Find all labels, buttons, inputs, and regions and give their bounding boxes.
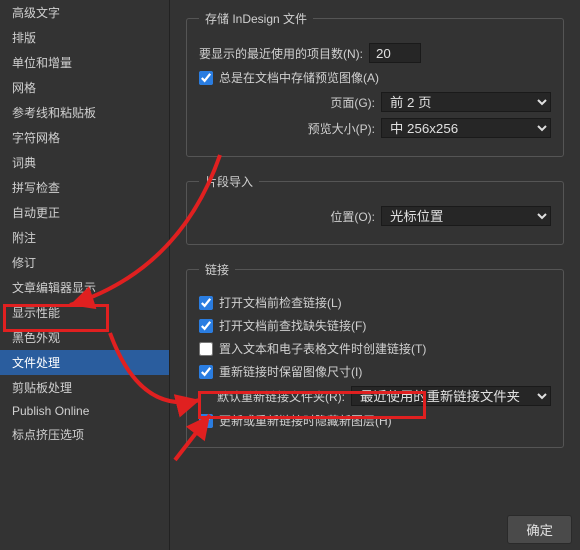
pages-label: 页面(G): [330, 94, 375, 111]
hide-new-layers-checkbox[interactable] [199, 414, 213, 428]
sidebar-item-autocorrect[interactable]: 自动更正 [0, 200, 169, 225]
check-links-label: 打开文档前检查链接(L) [219, 294, 342, 311]
fragment-position-label: 位置(O): [330, 208, 375, 225]
sidebar-item-display-perf[interactable]: 显示性能 [0, 300, 169, 325]
preferences-main: 存储 InDesign 文件 要显示的最近使用的项目数(N): 总是在文档中存储… [170, 0, 580, 550]
sidebar-item-clipboard[interactable]: 剪贴板处理 [0, 375, 169, 400]
check-links-checkbox[interactable] [199, 296, 213, 310]
create-links-label: 置入文本和电子表格文件时创建链接(T) [219, 340, 426, 357]
sidebar-item-dictionary[interactable]: 词典 [0, 150, 169, 175]
sidebar-item-mojikumi[interactable]: 标点挤压选项 [0, 422, 169, 447]
recent-items-label: 要显示的最近使用的项目数(N): [199, 45, 363, 62]
sidebar-item-grids[interactable]: 网格 [0, 75, 169, 100]
save-group-legend: 存储 InDesign 文件 [199, 10, 313, 27]
preferences-sidebar: 高级文字 排版 单位和增量 网格 参考线和粘贴板 字符网格 词典 拼写检查 自动… [0, 0, 170, 550]
default-relink-label: 默认重新链接文件夹(R): [217, 388, 345, 405]
always-save-preview-label: 总是在文档中存储预览图像(A) [219, 69, 379, 86]
create-links-checkbox[interactable] [199, 342, 213, 356]
sidebar-item-black-appearance[interactable]: 黑色外观 [0, 325, 169, 350]
save-indesign-files-group: 存储 InDesign 文件 要显示的最近使用的项目数(N): 总是在文档中存储… [186, 10, 564, 157]
sidebar-item-publish-online[interactable]: Publish Online [0, 400, 169, 422]
fragment-import-group: 片段导入 位置(O): 光标位置 [186, 173, 564, 245]
preserve-dims-label: 重新链接时保留图像尺寸(I) [219, 363, 362, 380]
links-group: 链接 打开文档前检查链接(L) 打开文档前查找缺失链接(F) 置入文本和电子表格… [186, 261, 564, 448]
sidebar-item-composition[interactable]: 排版 [0, 25, 169, 50]
sidebar-item-notes[interactable]: 附注 [0, 225, 169, 250]
sidebar-item-guides[interactable]: 参考线和粘贴板 [0, 100, 169, 125]
sidebar-item-story-editor[interactable]: 文章编辑器显示 [0, 275, 169, 300]
sidebar-item-spelling[interactable]: 拼写检查 [0, 175, 169, 200]
preview-size-label: 预览大小(P): [308, 120, 375, 137]
links-group-legend: 链接 [199, 261, 235, 278]
sidebar-item-units[interactable]: 单位和增量 [0, 50, 169, 75]
fragment-group-legend: 片段导入 [199, 173, 259, 190]
sidebar-item-char-grid[interactable]: 字符网格 [0, 125, 169, 150]
pages-select[interactable]: 前 2 页 [381, 92, 551, 112]
sidebar-item-track-changes[interactable]: 修订 [0, 250, 169, 275]
sidebar-item-advanced-type[interactable]: 高级文字 [0, 0, 169, 25]
preview-size-select[interactable]: 中 256x256 [381, 118, 551, 138]
default-relink-select[interactable]: 最近使用的重新链接文件夹 [351, 386, 551, 406]
recent-items-input[interactable] [369, 43, 421, 63]
find-missing-label: 打开文档前查找缺失链接(F) [219, 317, 366, 334]
fragment-position-select[interactable]: 光标位置 [381, 206, 551, 226]
always-save-preview-checkbox[interactable] [199, 71, 213, 85]
preserve-dims-checkbox[interactable] [199, 365, 213, 379]
sidebar-item-file-handling[interactable]: 文件处理 [0, 350, 169, 375]
find-missing-checkbox[interactable] [199, 319, 213, 333]
hide-new-layers-label: 更新或重新链接时隐藏新图层(H) [219, 412, 392, 429]
ok-button[interactable]: 确定 [507, 515, 572, 544]
